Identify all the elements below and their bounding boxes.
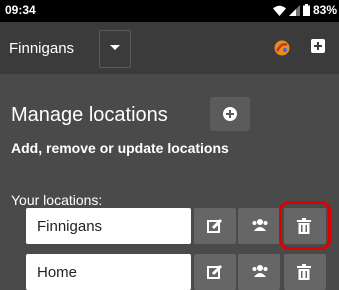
- location-users-button[interactable]: [238, 208, 280, 244]
- users-icon: [252, 265, 268, 277]
- manage-locations-panel: Manage locations Add, remove or update l…: [0, 74, 339, 290]
- chevron-down-icon: [110, 45, 120, 50]
- locations-list-label: Your locations:: [11, 192, 103, 208]
- plus-circle-icon: [223, 107, 237, 121]
- status-bar: 09:34 83%: [0, 0, 339, 22]
- edit-location-button[interactable]: [194, 254, 236, 290]
- location-row: Home: [0, 254, 339, 290]
- wifi-icon: [272, 5, 286, 16]
- edit-icon: [207, 264, 223, 279]
- location-dropdown-button[interactable]: [99, 30, 131, 68]
- add-icon[interactable]: [311, 39, 325, 53]
- page-subtitle: Add, remove or update locations: [11, 140, 229, 156]
- signal-icon: [288, 4, 300, 16]
- battery-percent: 83%: [312, 3, 337, 17]
- location-name-field[interactable]: Finnigans: [26, 208, 191, 244]
- add-location-button[interactable]: [210, 97, 250, 131]
- users-icon: [252, 219, 268, 231]
- trash-icon: [297, 264, 311, 280]
- delete-button-highlight: [279, 201, 331, 250]
- edit-location-button[interactable]: [194, 208, 236, 244]
- location-users-button[interactable]: [238, 254, 280, 290]
- status-time: 09:34: [5, 3, 36, 17]
- app-logo-icon[interactable]: [274, 40, 290, 56]
- location-name-field[interactable]: Home: [26, 254, 191, 290]
- delete-location-button[interactable]: [284, 254, 326, 290]
- status-icons: 83%: [272, 3, 337, 17]
- page-title: Manage locations: [11, 104, 168, 126]
- battery-icon: [302, 4, 310, 16]
- edit-icon: [207, 218, 223, 233]
- app-bar: Finnigans: [0, 22, 339, 74]
- location-row: Finnigans: [0, 201, 339, 250]
- current-location-name[interactable]: Finnigans: [9, 40, 74, 57]
